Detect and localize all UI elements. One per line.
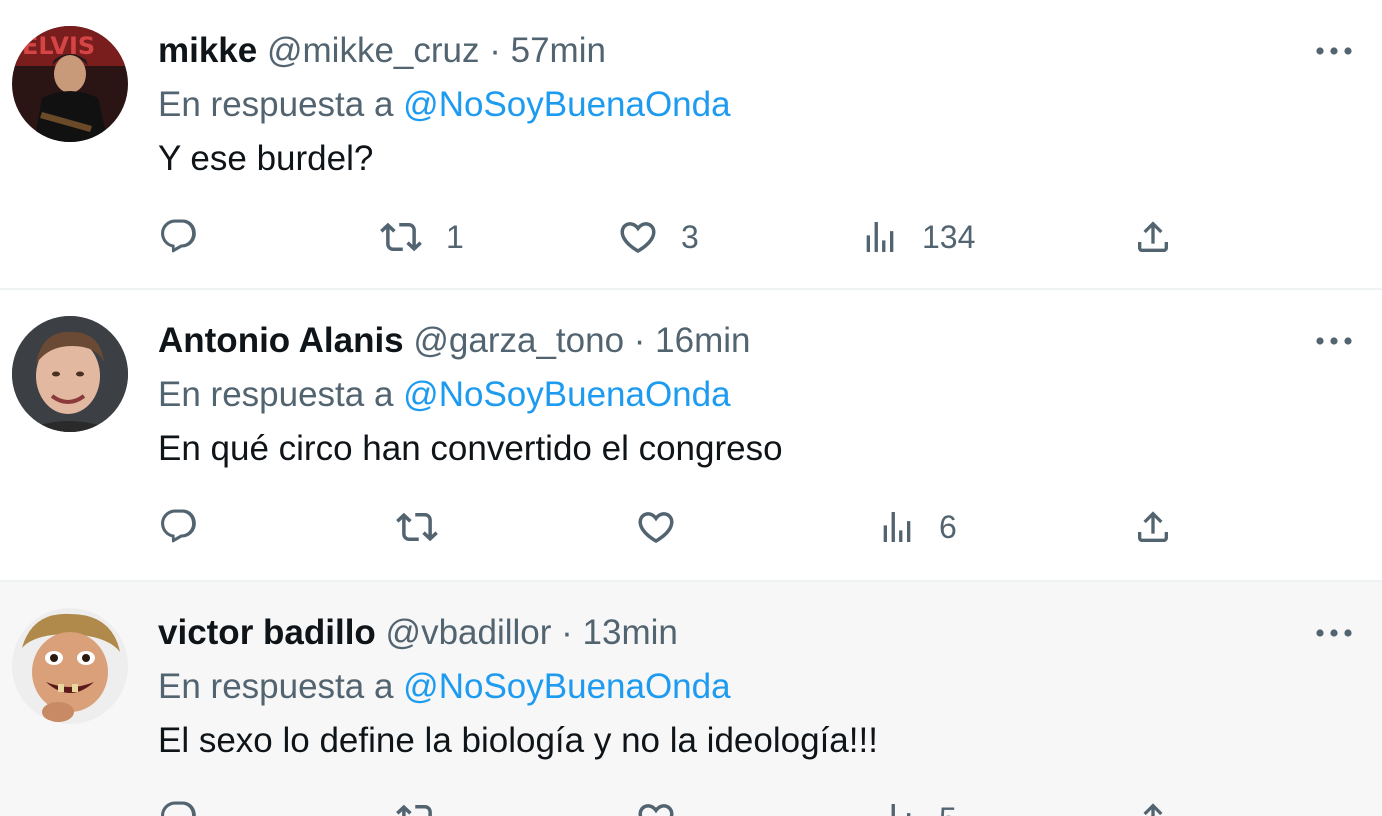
reply-icon [161, 801, 196, 816]
views-icon [883, 512, 911, 542]
reply-context: En respuesta a @NoSoyBuenaOnda [158, 374, 731, 416]
reply-icon [161, 509, 196, 543]
timestamp[interactable]: 57min [511, 31, 606, 70]
share-icon [1143, 803, 1163, 816]
like-button[interactable] [635, 502, 699, 552]
views-icon [866, 222, 894, 252]
reply-button[interactable] [158, 794, 222, 816]
tweet-header: victor badillo @vbadillor · 13min [158, 612, 678, 654]
reply-context: En respuesta a @NoSoyBuenaOnda [158, 84, 731, 126]
retweet-count: 1 [446, 219, 464, 255]
tweet-header: mikke @mikke_cruz · 57min [158, 30, 606, 72]
user-handle[interactable]: @garza_tono [413, 321, 624, 360]
separator-dot: · [561, 613, 573, 652]
timestamp[interactable]: 13min [583, 613, 678, 652]
tweet-header: Antonio Alanis @garza_tono · 16min [158, 320, 751, 362]
timestamp[interactable]: 16min [655, 321, 750, 360]
separator-dot: · [489, 31, 501, 70]
more-icon [1316, 47, 1352, 55]
tweet-text: En qué circo han convertido el congreso [158, 429, 783, 468]
tweet-text: Y ese burdel? [158, 139, 374, 178]
tweet[interactable]: Antonio Alanis @garza_tono · 16min En re… [0, 290, 1382, 582]
separator-dot: · [633, 321, 646, 360]
reply-feed: ELVIS mikke @mikke_cruz · 57min En respu… [0, 0, 1382, 816]
reply-context: En respuesta a @NoSoyBuenaOnda [158, 666, 731, 708]
avatar[interactable] [12, 316, 128, 432]
more-button[interactable] [1314, 618, 1354, 648]
retweet-button[interactable] [394, 502, 462, 552]
more-icon [1316, 337, 1352, 345]
display-name[interactable]: mikke [158, 31, 257, 70]
retweet-icon [396, 804, 432, 816]
retweet-icon [380, 222, 422, 252]
reply-prefix: En respuesta a [158, 375, 394, 414]
views-count: 134 [922, 219, 976, 255]
retweet-icon [396, 512, 438, 542]
heart-icon [638, 804, 674, 816]
views-button[interactable]: 6 [877, 502, 957, 552]
heart-icon [620, 222, 656, 254]
display-name[interactable]: Antonio Alanis [158, 321, 404, 360]
mention-link[interactable]: @NoSoyBuenaOnda [403, 667, 730, 706]
share-icon [1138, 511, 1168, 542]
retweet-button[interactable] [394, 794, 462, 816]
tweet-text: El sexo lo define la biología y no la id… [158, 721, 878, 760]
reply-button[interactable] [158, 502, 222, 552]
views-button[interactable]: 5 [877, 794, 957, 816]
heart-icon [638, 512, 674, 544]
like-button[interactable]: 3 [617, 212, 699, 262]
avatar[interactable] [12, 608, 128, 724]
share-button[interactable] [1133, 212, 1173, 262]
reply-icon [161, 219, 196, 253]
views-button[interactable]: 134 [860, 212, 975, 262]
more-button[interactable] [1314, 326, 1354, 356]
views-count: 5 [939, 794, 957, 816]
mention-link[interactable]: @NoSoyBuenaOnda [403, 85, 730, 124]
share-icon [1138, 221, 1168, 252]
display-name[interactable]: victor badillo [158, 613, 376, 652]
tweet[interactable]: victor badillo @vbadillor · 13min En res… [0, 582, 1382, 816]
svg-text:ELVIS: ELVIS [22, 32, 95, 60]
views-count: 6 [939, 509, 957, 545]
user-handle[interactable]: @vbadillor [386, 613, 552, 652]
share-button[interactable] [1133, 794, 1173, 816]
tweet[interactable]: ELVIS mikke @mikke_cruz · 57min En respu… [0, 0, 1382, 290]
reply-prefix: En respuesta a [158, 85, 394, 124]
action-bar: 1 3 134 [0, 212, 1382, 262]
action-bar: 5 [0, 794, 1382, 816]
like-button[interactable] [635, 794, 699, 816]
reply-prefix: En respuesta a [158, 667, 394, 706]
avatar[interactable]: ELVIS [12, 26, 128, 142]
user-handle[interactable]: @mikke_cruz [267, 31, 480, 70]
mention-link[interactable]: @NoSoyBuenaOnda [403, 375, 730, 414]
more-button[interactable] [1314, 36, 1354, 66]
more-icon [1316, 629, 1352, 637]
reply-button[interactable] [158, 212, 222, 262]
views-icon [891, 804, 911, 816]
retweet-button[interactable]: 1 [378, 212, 464, 262]
share-button[interactable] [1133, 502, 1173, 552]
action-bar: 6 [0, 502, 1382, 552]
like-count: 3 [681, 219, 699, 255]
